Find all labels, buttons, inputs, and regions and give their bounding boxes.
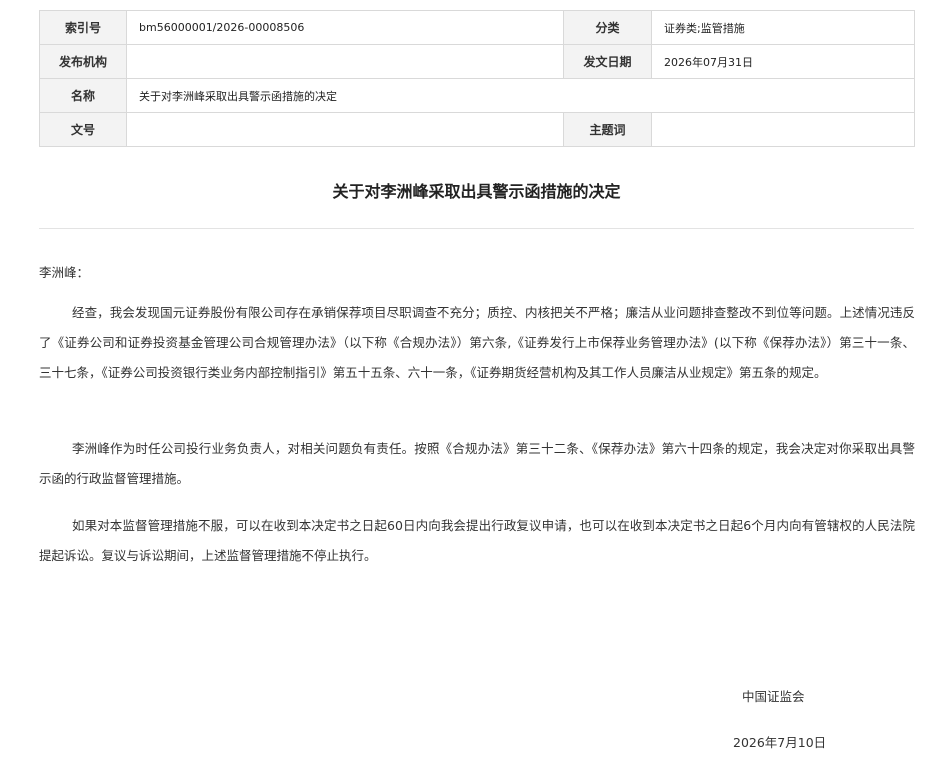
paragraph-appeal: 如果对本监督管理措施不服，可以在收到本决定书之日起60日内向我会提出行政复议申请… <box>39 518 915 563</box>
issue-date-label: 发文日期 <box>563 44 652 79</box>
subject-value <box>651 112 915 147</box>
paragraph-decision: 李洲峰作为时任公司投行业务负责人，对相关问题负有责任。按照《合规办法》第三十二条… <box>39 441 915 486</box>
issuer-value <box>126 44 564 79</box>
title-divider <box>39 228 914 229</box>
name-label: 名称 <box>39 78 127 113</box>
document-title: 关于对李洲峰采取出具警示函措施的决定 <box>332 182 621 201</box>
doc-no-label: 文号 <box>39 112 127 147</box>
category-value: 证券类;监管措施 <box>651 10 915 45</box>
name-value: 关于对李洲峰采取出具警示函措施的决定 <box>126 78 915 113</box>
document-metadata-table: 索引号 bm56000001/2026-00008506 分类 证券类;监管措施… <box>39 10 915 147</box>
index-label: 索引号 <box>39 10 127 45</box>
metadata-row-name: 名称 关于对李洲峰采取出具警示函措施的决定 <box>39 78 915 113</box>
signature-date: 2026年7月10日 <box>733 735 827 750</box>
signature-organization: 中国证监会 <box>742 689 805 704</box>
subject-label: 主题词 <box>563 112 652 147</box>
category-label: 分类 <box>563 10 652 45</box>
issue-date-value: 2026年07月31日 <box>651 44 915 79</box>
paragraph-findings: 经查，我会发现国元证券股份有限公司存在承销保荐项目尽职调查不充分；质控、内核把关… <box>39 305 915 380</box>
metadata-row-docno: 文号 主题词 <box>39 112 915 147</box>
metadata-row-issuer: 发布机构 发文日期 2026年07月31日 <box>39 44 915 79</box>
issuer-label: 发布机构 <box>39 44 127 79</box>
index-value: bm56000001/2026-00008506 <box>126 10 564 45</box>
metadata-row-index: 索引号 bm56000001/2026-00008506 分类 证券类;监管措施 <box>39 10 915 45</box>
doc-no-value <box>126 112 564 147</box>
salutation: 李洲峰： <box>39 265 90 280</box>
